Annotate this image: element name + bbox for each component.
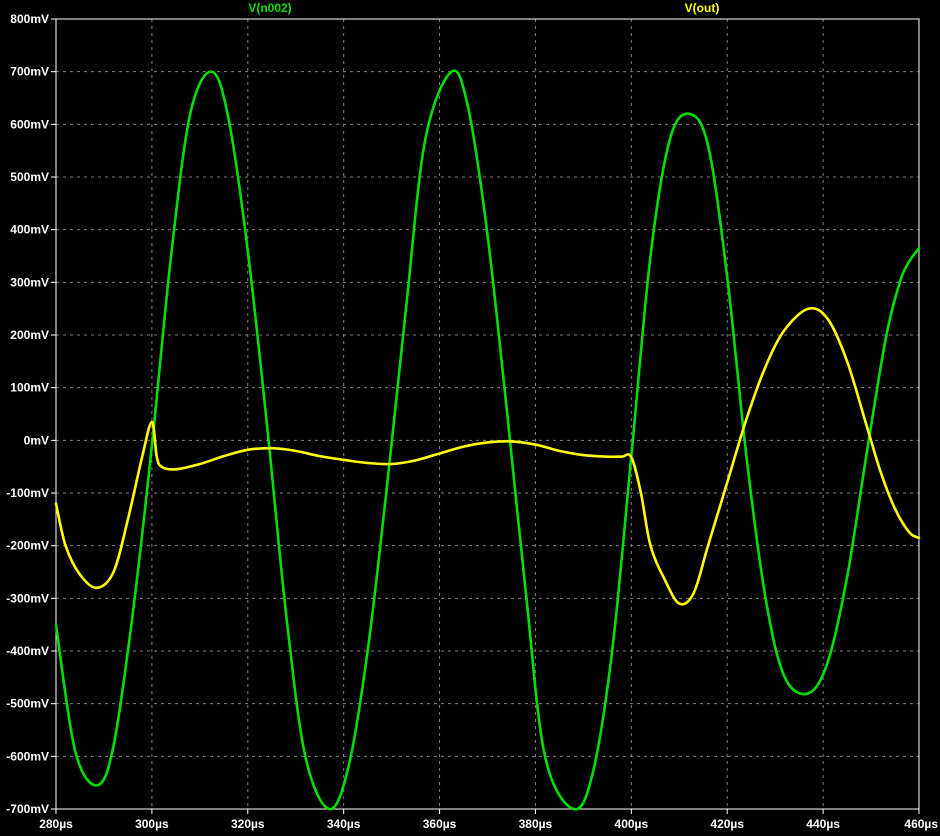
x-tick-label: 340µs [327, 817, 361, 831]
y-tick-label: 500mV [10, 170, 49, 184]
y-tick-label: -200mV [6, 539, 49, 553]
x-tick-label: 460µs [904, 817, 938, 831]
y-tick-label: -400mV [6, 644, 49, 658]
y-tick-label: -700mV [6, 802, 49, 816]
x-tick-label: 320µs [231, 817, 265, 831]
x-tick-label: 280µs [39, 817, 73, 831]
x-tick-label: 300µs [135, 817, 169, 831]
y-tick-label: 700mV [10, 65, 49, 79]
plot-background [0, 0, 940, 836]
y-tick-label: -600mV [6, 749, 49, 763]
y-tick-label: 200mV [10, 328, 49, 342]
waveform-plot: 800mV 700mV 600mV 500mV 400mV 300mV 200mV 100mV… [0, 0, 940, 836]
x-tick-label: 400µs [615, 817, 649, 831]
y-tick-label: 100mV [10, 381, 49, 395]
y-tick-label: 400mV [10, 223, 49, 237]
y-tick-label: -100mV [6, 486, 49, 500]
legend-entry-vout[interactable]: V(out) [685, 1, 720, 15]
y-tick-label: 600mV [10, 117, 49, 131]
y-tick-label: 300mV [10, 275, 49, 289]
y-tick-label: 0mV [24, 433, 49, 447]
y-tick-label: 800mV [10, 12, 49, 26]
x-tick-label: 440µs [806, 817, 840, 831]
y-tick-label: -500mV [6, 697, 49, 711]
legend-entry-vn002[interactable]: V(n002) [248, 1, 291, 15]
x-tick-label: 420µs [710, 817, 744, 831]
y-tick-label: -300mV [6, 591, 49, 605]
x-tick-label: 380µs [519, 817, 553, 831]
x-tick-label: 360µs [423, 817, 457, 831]
